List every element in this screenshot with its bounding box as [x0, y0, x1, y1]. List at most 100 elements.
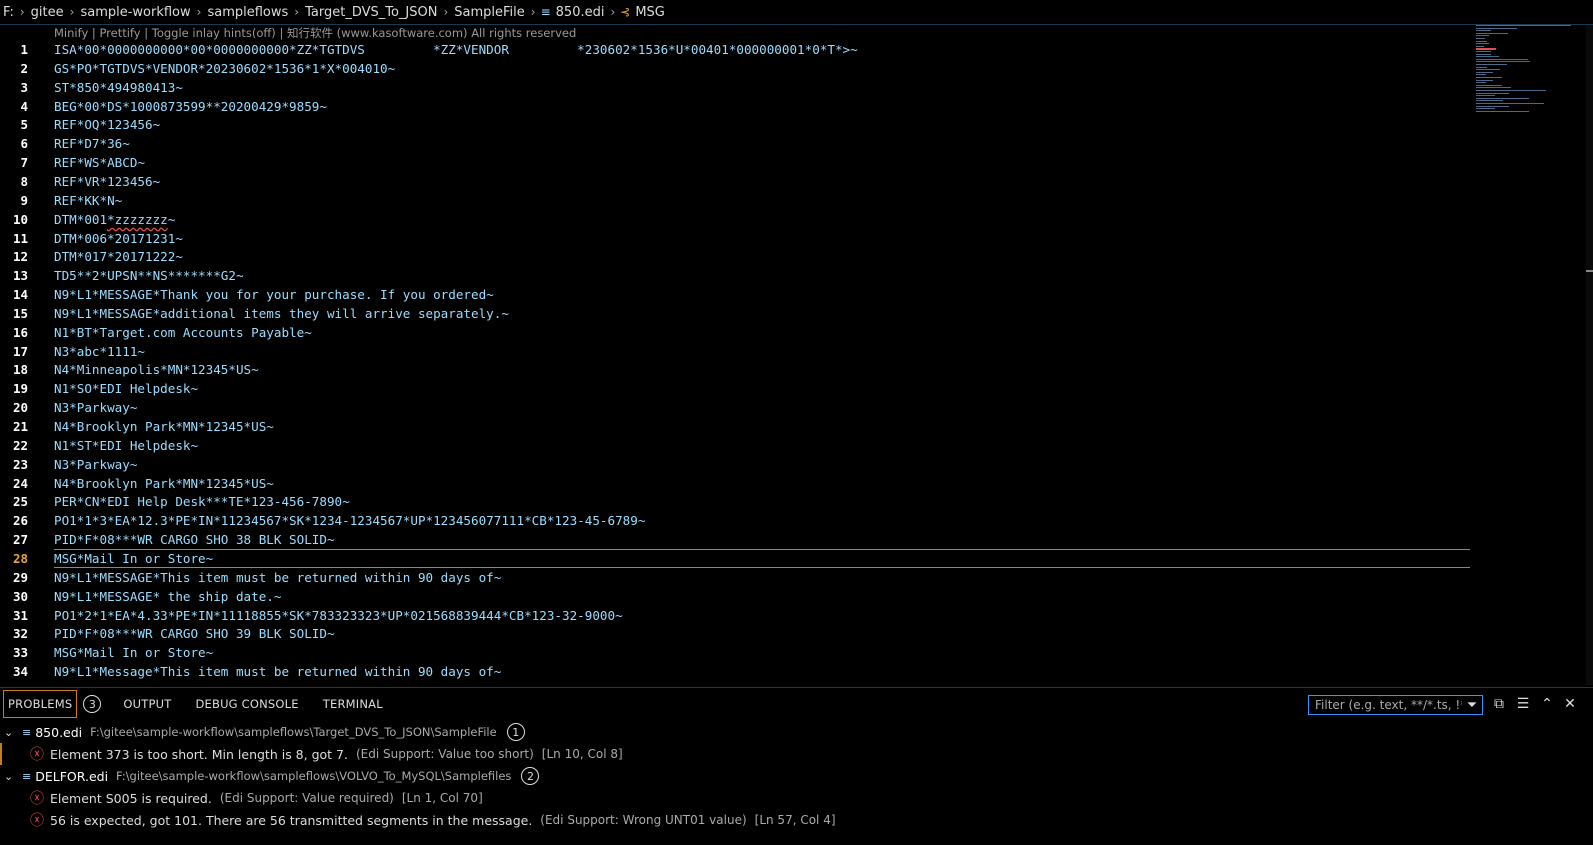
- code-line[interactable]: 19 N1*SO*EDI Helpdesk~: [0, 379, 1470, 398]
- line-text[interactable]: N9*L1*Message*This item must be returned…: [54, 664, 501, 679]
- code-line[interactable]: 11 DTM*006*20171231~: [0, 229, 1470, 248]
- minimap[interactable]: [1476, 25, 1586, 115]
- code-line[interactable]: 17 N3*abc*1111~: [0, 342, 1470, 361]
- line-text[interactable]: PID*F*08***WR CARGO SHO 38 BLK SOLID~: [54, 532, 335, 547]
- code-line[interactable]: 16 N1*BT*Target.com Accounts Payable~: [0, 323, 1470, 342]
- line-text[interactable]: MSG*Mail In or Store~: [54, 645, 213, 660]
- code-line[interactable]: 24 N4*Brooklyn Park*MN*12345*US~: [0, 474, 1470, 493]
- maximize-panel-icon[interactable]: ⌃: [1538, 696, 1556, 712]
- line-text[interactable]: GS*PO*TGTDVS*VENDOR*20230602*1536*1*X*00…: [54, 61, 395, 76]
- line-text[interactable]: ST*850*494980413~: [54, 80, 183, 95]
- line-text[interactable]: N3*Parkway~: [54, 457, 137, 472]
- line-text[interactable]: PO1*1*3*EA*12.3*PE*IN*11234567*SK*1234-1…: [54, 513, 645, 528]
- line-text[interactable]: TD5**2*UPSN**NS*******G2~: [54, 268, 244, 283]
- line-text[interactable]: REF*D7*36~: [54, 136, 130, 151]
- problem-row[interactable]: ⓧ Element S005 is required. (Edi Support…: [0, 787, 1593, 809]
- tab-debug-console[interactable]: DEBUG CONSOLE: [195, 697, 298, 711]
- breadcrumb-gitee[interactable]: gitee: [30, 5, 65, 20]
- view-as-tree-icon[interactable]: ☰: [1514, 696, 1532, 712]
- tab-terminal[interactable]: TERMINAL: [323, 697, 383, 711]
- code-line[interactable]: 23 N3*Parkway~: [0, 455, 1470, 474]
- code-line[interactable]: 12 DTM*017*20171222~: [0, 247, 1470, 266]
- code-line[interactable]: 18 N4*Minneapolis*MN*12345*US~: [0, 360, 1470, 379]
- code-line[interactable]: 7 REF*WS*ABCD~: [0, 153, 1470, 172]
- line-text[interactable]: N3*abc*1111~: [54, 344, 145, 359]
- error-squiggle[interactable]: *zzzzzzz: [107, 212, 168, 227]
- code-line[interactable]: 26 PO1*1*3*EA*12.3*PE*IN*11234567*SK*1234…: [0, 511, 1470, 530]
- chevron-down-icon[interactable]: ⌄: [4, 726, 18, 739]
- code-line[interactable]: 30 N9*L1*MESSAGE* the ship date.~: [0, 587, 1470, 606]
- breadcrumb-drive[interactable]: F:: [2, 5, 15, 20]
- chevron-down-icon[interactable]: ⌄: [4, 770, 18, 783]
- problems-filter-input[interactable]: Filter (e.g. text, **/*.ts, !**/... ⏷: [1308, 695, 1483, 715]
- line-text[interactable]: N9*L1*MESSAGE*Thank you for your purchas…: [54, 287, 494, 302]
- line-text[interactable]: REF*VR*123456~: [54, 174, 160, 189]
- code-line[interactable]: 21 N4*Brooklyn Park*MN*12345*US~: [0, 417, 1470, 436]
- code-line[interactable]: 20 N3*Parkway~: [0, 398, 1470, 417]
- code-line[interactable]: 6 REF*D7*36~: [0, 134, 1470, 153]
- code-line[interactable]: 9 REF*KK*N~: [0, 191, 1470, 210]
- collapse-all-icon[interactable]: ⧉: [1490, 696, 1508, 712]
- code-line[interactable]: 5 REF*OQ*123456~: [0, 115, 1470, 134]
- code-line[interactable]: 8 REF*VR*123456~: [0, 172, 1470, 191]
- code-line[interactable]: 4 BEG*00*DS*1000873599**20200429*9859~: [0, 97, 1470, 116]
- editor-scrollbar[interactable]: [1586, 25, 1593, 685]
- code-line[interactable]: 22 N1*ST*EDI Helpdesk~: [0, 436, 1470, 455]
- problem-row[interactable]: ⓧ Element 373 is too short. Min length i…: [0, 743, 1593, 765]
- breadcrumb-sample-workflow[interactable]: sample-workflow: [79, 5, 191, 20]
- file-group-delfor[interactable]: ⌄ ≡ DELFOR.edi F:\gitee\sample-workflow\…: [0, 765, 1593, 787]
- code-line[interactable]: 28 MSG*Mail In or Store~: [0, 549, 1470, 568]
- line-text[interactable]: MSG*Mail In or Store~: [54, 551, 213, 566]
- line-text[interactable]: PID*F*08***WR CARGO SHO 39 BLK SOLID~: [54, 626, 335, 641]
- line-text[interactable]: ISA*00*0000000000*00*0000000000*ZZ*TGTDV…: [54, 42, 858, 57]
- line-text[interactable]: BEG*00*DS*1000873599**20200429*9859~: [54, 99, 327, 114]
- breadcrumb-sampleflows[interactable]: sampleflows: [206, 5, 289, 20]
- line-text[interactable]: PO1*2*1*EA*4.33*PE*IN*11118855*SK*783323…: [54, 608, 623, 623]
- file-group-850[interactable]: ⌄ ≡ 850.edi F:\gitee\sample-workflow\sam…: [0, 721, 1593, 743]
- code-line[interactable]: 25 PER*CN*EDI Help Desk***TE*123-456-7890…: [0, 492, 1470, 511]
- code-line[interactable]: 27 PID*F*08***WR CARGO SHO 38 BLK SOLID~: [0, 530, 1470, 549]
- codelens-actions[interactable]: Minify | Prettify | Toggle inlay hints(o…: [54, 25, 576, 41]
- line-text[interactable]: DTM*001*zzzzzzz~: [54, 212, 175, 227]
- line-text[interactable]: REF*WS*ABCD~: [54, 155, 145, 170]
- line-text[interactable]: N1*ST*EDI Helpdesk~: [54, 438, 198, 453]
- code-line[interactable]: 33 MSG*Mail In or Store~: [0, 643, 1470, 662]
- code-line[interactable]: 13 TD5**2*UPSN**NS*******G2~: [0, 266, 1470, 285]
- line-text[interactable]: N9*L1*MESSAGE*additional items they will…: [54, 306, 509, 321]
- code-line[interactable]: 29 N9*L1*MESSAGE*This item must be return…: [0, 568, 1470, 587]
- code-line[interactable]: 10 DTM*001*zzzzzzz~: [0, 210, 1470, 229]
- line-text[interactable]: N1*SO*EDI Helpdesk~: [54, 381, 198, 396]
- line-text[interactable]: N4*Brooklyn Park*MN*12345*US~: [54, 476, 274, 491]
- line-text[interactable]: N9*L1*MESSAGE*This item must be returned…: [54, 570, 501, 585]
- scrollbar-thumb[interactable]: [1586, 270, 1593, 272]
- line-text[interactable]: REF*OQ*123456~: [54, 117, 160, 132]
- code-line[interactable]: 32 PID*F*08***WR CARGO SHO 39 BLK SOLID~: [0, 624, 1470, 643]
- code-line[interactable]: 31 PO1*2*1*EA*4.33*PE*IN*11118855*SK*7833…: [0, 606, 1470, 625]
- line-number: 34: [12, 664, 28, 680]
- line-text[interactable]: N3*Parkway~: [54, 400, 137, 415]
- code-line[interactable]: 2 GS*PO*TGTDVS*VENDOR*20230602*1536*1*X*0…: [0, 59, 1470, 78]
- line-text[interactable]: N1*BT*Target.com Accounts Payable~: [54, 325, 312, 340]
- line-text[interactable]: DTM*006*20171231~: [54, 231, 183, 246]
- code-line[interactable]: 34 N9*L1*Message*This item must be return…: [0, 662, 1470, 681]
- line-text[interactable]: DTM*017*20171222~: [54, 249, 183, 264]
- line-text[interactable]: REF*KK*N~: [54, 193, 122, 208]
- code-line[interactable]: 14 N9*L1*MESSAGE*Thank you for your purch…: [0, 285, 1470, 304]
- tab-problems[interactable]: PROBLEMS: [3, 690, 78, 718]
- line-text[interactable]: N4*Brooklyn Park*MN*12345*US~: [54, 419, 274, 434]
- code-line[interactable]: 1 ISA*00*0000000000*00*0000000000*ZZ*TGTD…: [0, 40, 1470, 59]
- breadcrumb-samplefile[interactable]: SampleFile: [453, 5, 526, 20]
- problem-row[interactable]: ⓧ 56 is expected, got 101. There are 56 …: [0, 809, 1593, 831]
- tab-output[interactable]: OUTPUT: [123, 697, 171, 711]
- line-text[interactable]: PER*CN*EDI Help Desk***TE*123-456-7890~: [54, 494, 350, 509]
- close-panel-icon[interactable]: ✕: [1561, 696, 1579, 712]
- code-line[interactable]: 3 ST*850*494980413~: [0, 78, 1470, 97]
- code-editor[interactable]: Minify | Prettify | Toggle inlay hints(o…: [0, 25, 1480, 685]
- breadcrumb-segment[interactable]: MSG: [634, 5, 666, 20]
- filter-icon[interactable]: ⏷: [1462, 698, 1482, 713]
- line-text[interactable]: N9*L1*MESSAGE* the ship date.~: [54, 589, 281, 604]
- breadcrumb-target-folder[interactable]: Target_DVS_To_JSON: [304, 5, 438, 20]
- breadcrumb-file[interactable]: 850.edi: [555, 5, 606, 20]
- code-line[interactable]: 15 N9*L1*MESSAGE*additional items they wi…: [0, 304, 1470, 323]
- line-text[interactable]: N4*Minneapolis*MN*12345*US~: [54, 362, 259, 377]
